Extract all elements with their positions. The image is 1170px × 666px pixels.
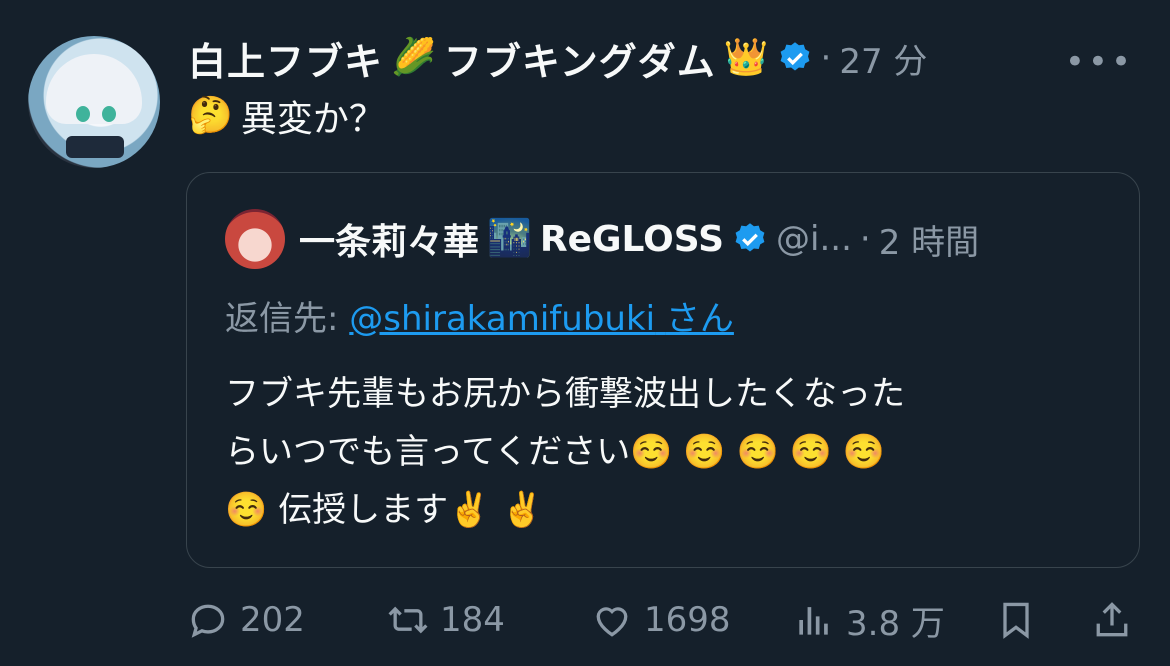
author-name-suffix[interactable]: フブキングダム (444, 31, 716, 86)
corn-emoji: 🌽 (391, 37, 436, 78)
quoted-tweet[interactable]: 一条莉々華 🌃 ReGLOSS @i... · 2 時間 返信先: @shira… (186, 172, 1140, 568)
quote-body-line: フブキ先輩もお尻から衝撃波出したくなった (225, 374, 905, 414)
quote-author-handle: @i... (776, 219, 852, 259)
quote-header: 一条莉々華 🌃 ReGLOSS @i... · 2 時間 (299, 213, 979, 265)
heart-icon (596, 607, 628, 637)
tweet-body: 異変か？ (240, 99, 385, 140)
quote-author-name[interactable]: 一条莉々華 (299, 213, 479, 265)
night-city-emoji: 🌃 (487, 218, 532, 259)
action-bar: 202 184 1698 3.8 万 (186, 592, 1136, 648)
reply-button[interactable]: 202 (186, 592, 305, 648)
avatar-eye (76, 106, 90, 122)
thinking-emoji: 🤔 (188, 95, 233, 136)
views-count: 3.8 万 (846, 603, 945, 644)
quote-author-avatar[interactable] (225, 209, 285, 269)
separator-dot: · (820, 38, 832, 78)
reply-mention-link[interactable]: @shirakamifubuki さん (349, 299, 734, 339)
retweet-icon (388, 606, 428, 634)
like-count: 1698 (644, 600, 731, 640)
views-chart-icon (799, 607, 828, 635)
bookmark-icon (1003, 602, 1029, 639)
avatar-eye (102, 106, 116, 122)
reply-to-line: 返信先: @shirakamifubuki さん (225, 291, 734, 340)
author-avatar[interactable] (28, 36, 160, 168)
avatar-hair (46, 54, 142, 124)
quote-body-line: らいつでも言ってください☺️ ☺️ ☺️ ☺️ ☺️ (225, 432, 886, 472)
reply-count: 202 (240, 600, 305, 640)
more-options-icon[interactable]: ••• (1065, 42, 1134, 82)
verified-badge-icon[interactable] (777, 40, 813, 76)
like-button[interactable]: 1698 (590, 592, 731, 648)
quote-author-name-suffix[interactable]: ReGLOSS (540, 219, 724, 260)
bookmark-button[interactable] (994, 592, 1038, 648)
avatar-bow (66, 136, 124, 158)
views-button[interactable]: 3.8 万 (792, 592, 945, 648)
share-button[interactable] (1090, 592, 1134, 648)
crown-emoji: 👑 (723, 37, 769, 78)
retweet-button[interactable]: 184 (386, 592, 505, 648)
retweet-count: 184 (440, 600, 505, 640)
reply-icon (191, 604, 225, 638)
separator-dot: · (859, 219, 871, 259)
share-icon (1096, 602, 1128, 637)
tweet-text: 🤔 異変か？ (188, 90, 385, 142)
tweet-time[interactable]: 27 分 (839, 34, 927, 83)
quote-time: 2 時間 (878, 222, 980, 263)
reply-label: 返信先: (225, 299, 339, 339)
author-name[interactable]: 白上フブキ (188, 31, 383, 86)
verified-badge-icon (735, 223, 765, 252)
quote-body-line: ☺️ 伝授します✌️ ✌️ (225, 490, 544, 530)
quote-body: フブキ先輩もお尻から衝撃波出したくなった らいつでも言ってください☺️ ☺️ ☺… (225, 365, 1105, 539)
tweet-header: 白上フブキ 🌽 フブキングダム 👑 · 27 分 (188, 30, 927, 86)
